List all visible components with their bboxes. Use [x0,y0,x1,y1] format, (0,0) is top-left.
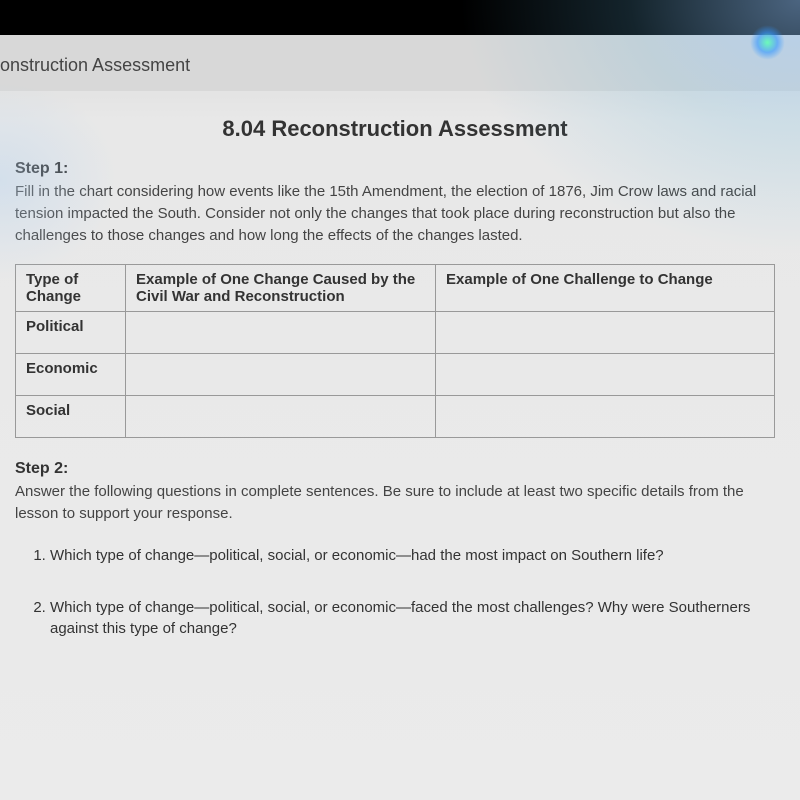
document-page: onstruction Assessment 8.04 Reconstructi… [0,0,800,800]
page-header-title: onstruction Assessment [0,55,800,76]
document-title: 8.04 Reconstruction Assessment [15,116,775,142]
row-social-example[interactable] [126,396,436,438]
lens-flare-icon [750,25,785,60]
step1-instructions: Fill in the chart considering how events… [15,181,775,246]
document-content: 8.04 Reconstruction Assessment Step 1: F… [0,91,800,690]
row-political-challenge[interactable] [436,312,775,354]
step1-heading: Step 1: [15,160,775,178]
row-economic-challenge[interactable] [436,354,775,396]
header-type: Type of Change [16,265,126,312]
row-economic-label: Economic [16,354,126,396]
header-challenge: Example of One Challenge to Change [436,265,775,312]
row-political-label: Political [16,312,126,354]
row-economic-example[interactable] [126,354,436,396]
table-header-row: Type of Change Example of One Change Cau… [16,265,775,312]
question-2: Which type of change—political, social, … [50,597,775,641]
row-social-challenge[interactable] [436,396,775,438]
row-political-example[interactable] [126,312,436,354]
change-table: Type of Change Example of One Change Cau… [15,264,775,438]
question-1: Which type of change—political, social, … [50,545,775,567]
question-list: Which type of change—political, social, … [15,545,775,640]
device-top-bar [0,0,800,35]
step2-instructions: Answer the following questions in comple… [15,481,775,525]
table-row: Social [16,396,775,438]
step2-heading: Step 2: [15,460,775,478]
header-area: onstruction Assessment [0,35,800,91]
table-row: Economic [16,354,775,396]
table-row: Political [16,312,775,354]
row-social-label: Social [16,396,126,438]
header-example: Example of One Change Caused by the Civi… [126,265,436,312]
